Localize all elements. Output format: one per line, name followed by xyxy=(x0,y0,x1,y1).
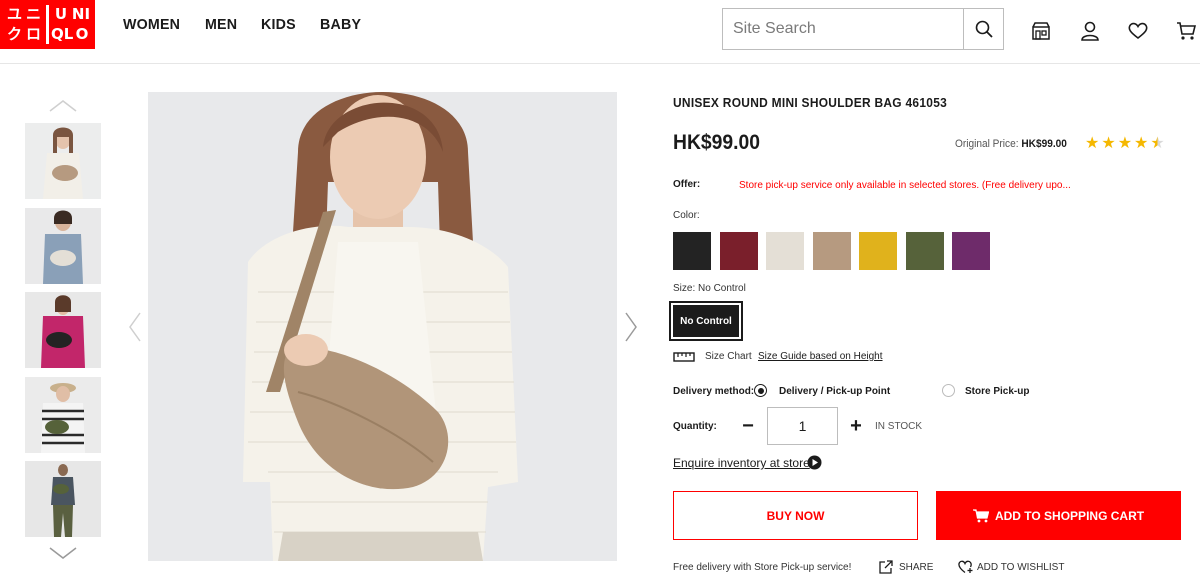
wishlist-add-icon[interactable] xyxy=(958,560,973,574)
add-to-wishlist-link[interactable]: ADD TO WISHLIST xyxy=(977,562,1064,573)
share-link[interactable]: SHARE xyxy=(899,562,933,573)
buy-now-button[interactable]: BUY NOW xyxy=(673,491,918,540)
thumbnail-3[interactable] xyxy=(25,292,101,368)
logo-glyph: ユ xyxy=(6,5,22,23)
store-pickup-option-label[interactable]: Store Pick-up xyxy=(965,386,1029,397)
half-star-icon: ★ xyxy=(1150,135,1165,152)
wishlist-button[interactable] xyxy=(1127,20,1149,42)
thumbnail-image xyxy=(25,123,101,199)
logo-glyph: ク xyxy=(6,25,22,43)
main-nav: WOMEN MEN KIDS BABY xyxy=(123,16,385,33)
store-locator-button[interactable] xyxy=(1030,20,1052,42)
original-price-label: Original Price: xyxy=(955,138,1019,150)
thumbnail-image xyxy=(25,292,101,368)
ruler-icon xyxy=(673,352,695,362)
stock-status: IN STOCK xyxy=(875,421,923,432)
nav-baby[interactable]: BABY xyxy=(320,16,361,33)
store-pickup-radio[interactable] xyxy=(942,384,955,397)
star-icon: ★ xyxy=(1101,135,1116,152)
uniqlo-logo[interactable]: ユ ニ ク ロ U NI QL O xyxy=(0,0,95,49)
add-to-cart-button[interactable]: ADD TO SHOPPING CART xyxy=(936,491,1181,540)
site-search xyxy=(722,8,1004,50)
product-price: HK$99.00 xyxy=(673,131,760,154)
quantity-input[interactable]: 1 xyxy=(767,407,838,445)
color-swatch[interactable] xyxy=(673,232,711,270)
star-icon: ★ xyxy=(1134,135,1149,152)
size-label: Size: No Control xyxy=(673,283,746,294)
star-icon: ★ xyxy=(1117,135,1133,152)
cart-icon xyxy=(1177,22,1196,40)
delivery-radio[interactable] xyxy=(754,384,767,397)
free-delivery-note: Free delivery with Store Pick-up service… xyxy=(673,562,852,573)
color-swatches xyxy=(673,232,999,270)
nav-kids[interactable]: KIDS xyxy=(261,16,296,33)
account-icon xyxy=(1081,21,1099,41)
store-icon xyxy=(1032,22,1050,40)
delivery-method-label: Delivery method: xyxy=(673,386,755,397)
quantity-decrease-button[interactable]: − xyxy=(740,416,756,436)
search-button[interactable] xyxy=(963,9,1003,49)
logo-glyph: ニ xyxy=(25,5,41,23)
thumbnail-4[interactable] xyxy=(25,377,101,453)
search-icon xyxy=(975,20,993,38)
size-chart-link[interactable]: Size Chart xyxy=(705,351,752,362)
logo-glyph: NI xyxy=(71,5,91,23)
quantity-increase-button[interactable]: + xyxy=(848,416,864,436)
logo-divider xyxy=(46,5,49,44)
delivery-option-label[interactable]: Delivery / Pick-up Point xyxy=(779,386,890,397)
thumbnail-image xyxy=(25,377,101,453)
size-option-button[interactable]: No Control xyxy=(669,301,743,341)
search-input[interactable] xyxy=(723,9,963,49)
size-option-label: No Control xyxy=(673,305,739,337)
nav-men[interactable]: MEN xyxy=(205,16,237,33)
size-guide-link[interactable]: Size Guide based on Height xyxy=(758,351,883,362)
thumbnail-2[interactable] xyxy=(25,208,101,284)
logo-glyph: QL xyxy=(51,25,74,43)
logo-glyph: U xyxy=(54,5,68,23)
thumbnails-down-arrow[interactable] xyxy=(49,546,77,560)
gallery-next-arrow[interactable] xyxy=(624,312,638,342)
enquire-inventory-link[interactable]: Enquire inventory at store xyxy=(673,456,810,470)
rating-stars[interactable]: ★ ★ ★ ★ ★ xyxy=(1085,135,1167,153)
star-icon: ★ xyxy=(1085,135,1100,152)
wishlist-heart-icon xyxy=(1128,22,1148,40)
logo-glyph: O xyxy=(75,25,89,43)
product-photo xyxy=(148,92,617,561)
color-swatch[interactable] xyxy=(766,232,804,270)
thumbnail-image xyxy=(25,208,101,284)
share-icon[interactable] xyxy=(879,560,893,574)
color-swatch[interactable] xyxy=(952,232,990,270)
color-swatch[interactable] xyxy=(719,232,758,270)
product-title: UNISEX ROUND MINI SHOULDER BAG 461053 xyxy=(673,95,948,110)
original-price: Original Price: HK$99.00 xyxy=(955,138,1067,150)
nav-women[interactable]: WOMEN xyxy=(123,16,180,33)
color-label: Color: xyxy=(673,210,700,221)
thumbnail-1[interactable] xyxy=(25,123,101,199)
original-price-value: HK$99.00 xyxy=(1021,138,1067,150)
thumbnails-up-arrow[interactable] xyxy=(49,99,77,113)
thumbnail-5[interactable] xyxy=(25,461,101,537)
thumbnail-image xyxy=(25,461,101,537)
cart-button[interactable] xyxy=(1175,20,1197,42)
site-header: ユ ニ ク ロ U NI QL O WOMEN MEN KIDS BABY xyxy=(0,0,1200,64)
cart-icon xyxy=(972,508,989,522)
offer-text[interactable]: Store pick-up service only available in … xyxy=(739,180,1071,191)
gallery-prev-arrow[interactable] xyxy=(128,312,142,342)
color-swatch[interactable] xyxy=(905,232,944,270)
quantity-label: Quantity: xyxy=(673,421,717,432)
add-to-cart-label: ADD TO SHOPPING CART xyxy=(994,508,1145,523)
color-swatch[interactable] xyxy=(812,232,851,270)
main-product-image[interactable] xyxy=(148,92,617,561)
offer-label: Offer: xyxy=(673,179,701,190)
logo-glyph: ロ xyxy=(25,25,41,43)
color-swatch[interactable] xyxy=(859,232,897,270)
play-circle-icon[interactable] xyxy=(807,455,822,470)
account-button[interactable] xyxy=(1079,20,1101,42)
